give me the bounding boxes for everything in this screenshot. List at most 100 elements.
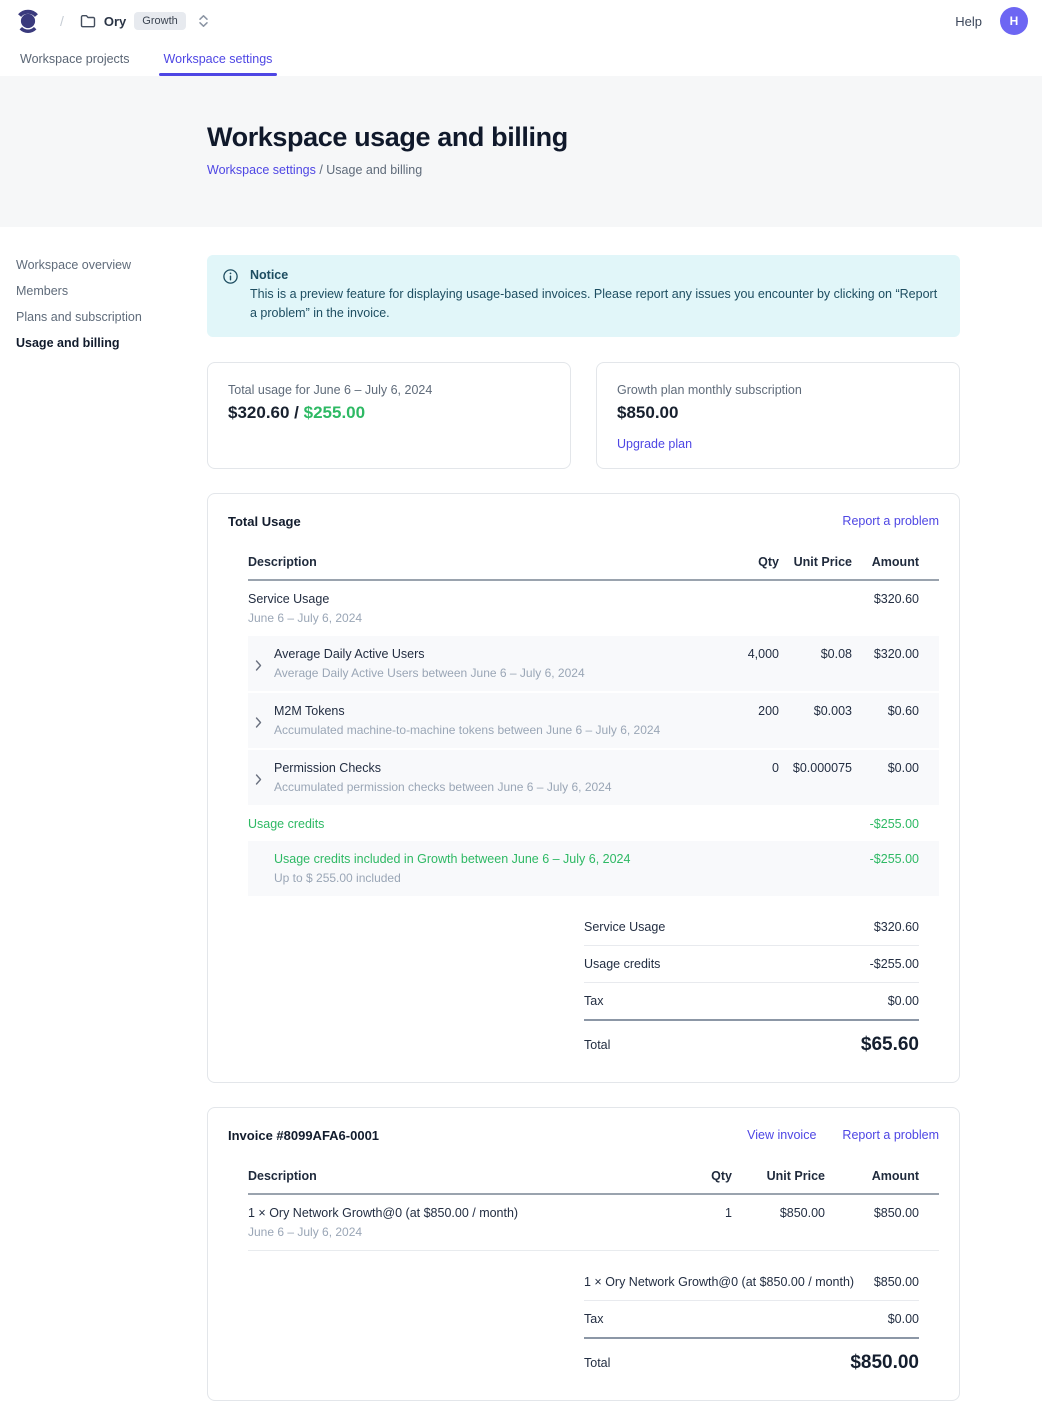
row-unit-price: $0.003 <box>779 704 852 718</box>
row-description: Average Daily Active Users <box>274 647 719 661</box>
row-description: Usage credits included in Growth between… <box>274 852 719 866</box>
sidebar-item-usage-and-billing[interactable]: Usage and billing <box>16 335 207 352</box>
summary-value: $0.00 <box>888 1312 919 1326</box>
row-qty: 1 <box>672 1206 732 1220</box>
page-header: Workspace usage and billing Workspace se… <box>0 76 1042 227</box>
summary-label: Service Usage <box>584 920 665 934</box>
usage-summary: Service Usage $320.60 Usage credits -$25… <box>584 909 919 1062</box>
row-qty: 4,000 <box>719 647 779 661</box>
row-amount: $320.00 <box>852 647 919 661</box>
total-usage-card: Total usage for June 6 – July 6, 2024 $3… <box>207 362 571 469</box>
notice-banner: Notice This is a preview feature for dis… <box>207 255 960 337</box>
ory-logo[interactable] <box>14 7 42 35</box>
summary-row: Service Usage $320.60 <box>584 909 919 946</box>
table-row: Usage credits included in Growth between… <box>248 841 939 896</box>
row-unit-price: $850.00 <box>732 1206 825 1220</box>
table-row: M2M Tokens Accumulated machine-to-machin… <box>248 693 939 748</box>
chevron-right-icon[interactable] <box>255 660 262 671</box>
table-row: Permission Checks Accumulated permission… <box>248 750 939 805</box>
invoice-table-header: Description Qty Unit Price Amount <box>248 1163 939 1195</box>
plan-badge: Growth <box>134 12 185 30</box>
breadcrumb-link[interactable]: Workspace settings <box>207 163 316 177</box>
subscription-card: Growth plan monthly subscription $850.00… <box>596 362 960 469</box>
col-description: Description <box>248 1169 672 1183</box>
tab-bar: Workspace projects Workspace settings <box>0 42 1042 76</box>
summary-value: -$255.00 <box>870 957 919 971</box>
row-subtext: June 6 – July 6, 2024 <box>248 611 719 625</box>
col-amount: Amount <box>825 1169 919 1183</box>
col-description: Description <box>248 555 719 569</box>
table-row: Average Daily Active Users Average Daily… <box>248 636 939 691</box>
table-row: Service Usage June 6 – July 6, 2024 $320… <box>248 581 939 636</box>
row-subtext: Up to $ 255.00 included <box>274 871 719 885</box>
row-description: 1 × Ory Network Growth@0 (at $850.00 / m… <box>248 1206 672 1220</box>
workspace-name: Ory <box>104 14 126 29</box>
tab-workspace-settings[interactable]: Workspace settings <box>162 42 275 76</box>
summary-value: $320.60 <box>874 920 919 934</box>
row-subtext: June 6 – July 6, 2024 <box>248 1225 672 1239</box>
info-icon <box>223 268 238 324</box>
row-subtext: Accumulated permission checks between Ju… <box>274 780 719 794</box>
chevron-right-icon[interactable] <box>255 774 262 785</box>
view-invoice-link[interactable]: View invoice <box>747 1128 816 1142</box>
usage-table-header: Description Qty Unit Price Amount <box>248 549 939 581</box>
invoice-card: Invoice #8099AFA6-0001 View invoice Repo… <box>207 1107 960 1401</box>
summary-value: $0.00 <box>888 994 919 1008</box>
col-qty: Qty <box>672 1169 732 1183</box>
breadcrumb-separator: / <box>60 13 64 29</box>
col-amount: Amount <box>852 555 919 569</box>
total-usage-amount: $320.60 / $255.00 <box>228 403 550 423</box>
sidebar-item-members[interactable]: Members <box>16 283 207 300</box>
invoice-title: Invoice #8099AFA6-0001 <box>228 1128 379 1143</box>
chevron-right-icon[interactable] <box>255 717 262 728</box>
row-description: Permission Checks <box>274 761 719 775</box>
summary-label: Tax <box>584 1312 603 1326</box>
page-title: Workspace usage and billing <box>207 122 1042 153</box>
summary-label: Tax <box>584 994 603 1008</box>
invoice-total-row: Total $850.00 <box>584 1339 919 1380</box>
row-subtext: Average Daily Active Users between June … <box>274 666 719 680</box>
col-unit-price: Unit Price <box>779 555 852 569</box>
breadcrumb-current: / Usage and billing <box>316 163 422 177</box>
subscription-amount: $850.00 <box>617 403 939 423</box>
usage-table-title: Total Usage <box>228 514 301 529</box>
row-subtext: Accumulated machine-to-machine tokens be… <box>274 723 719 737</box>
summary-cards: Total usage for June 6 – July 6, 2024 $3… <box>207 362 960 469</box>
summary-row: Usage credits -$255.00 <box>584 946 919 983</box>
settings-sidebar: Workspace overview Members Plans and sub… <box>0 227 207 1417</box>
row-amount: -$255.00 <box>852 817 919 831</box>
workspace-switcher[interactable]: Ory Growth <box>80 12 209 30</box>
notice-title: Notice <box>250 268 944 282</box>
tab-workspace-projects[interactable]: Workspace projects <box>18 42 132 76</box>
chevron-updown-icon <box>198 14 209 28</box>
total-usage-label: Total usage for June 6 – July 6, 2024 <box>228 383 550 397</box>
invoice-total-label: Total <box>584 1356 610 1370</box>
row-amount: $0.00 <box>852 761 919 775</box>
sidebar-item-workspace-overview[interactable]: Workspace overview <box>16 257 207 274</box>
report-problem-link[interactable]: Report a problem <box>842 514 939 528</box>
breadcrumb: Workspace settings / Usage and billing <box>207 163 1042 177</box>
notice-body: This is a preview feature for displaying… <box>250 285 944 324</box>
help-link[interactable]: Help <box>955 14 982 29</box>
summary-label: Usage credits <box>584 957 660 971</box>
row-description: Usage credits <box>248 817 719 831</box>
user-avatar[interactable]: H <box>1000 7 1028 35</box>
summary-row: Tax $0.00 <box>584 983 919 1021</box>
sidebar-item-plans-and-subscription[interactable]: Plans and subscription <box>16 309 207 326</box>
row-qty: 0 <box>719 761 779 775</box>
ory-logo-icon <box>14 7 42 35</box>
top-bar: / Ory Growth Help H <box>0 0 1042 42</box>
total-usage-table-card: Total Usage Report a problem Description… <box>207 493 960 1083</box>
col-unit-price: Unit Price <box>732 1169 825 1183</box>
row-amount: $0.60 <box>852 704 919 718</box>
subscription-label: Growth plan monthly subscription <box>617 383 939 397</box>
usage-total-row: Total $65.60 <box>584 1021 919 1062</box>
table-row: 1 × Ory Network Growth@0 (at $850.00 / m… <box>248 1195 939 1251</box>
summary-value: $850.00 <box>874 1275 919 1289</box>
upgrade-plan-link[interactable]: Upgrade plan <box>617 437 692 451</box>
summary-label: 1 × Ory Network Growth@0 (at $850.00 / m… <box>584 1275 854 1289</box>
table-row: Usage credits -$255.00 <box>248 807 939 841</box>
usage-total-label: Total <box>584 1038 610 1052</box>
row-qty: 200 <box>719 704 779 718</box>
invoice-report-problem-link[interactable]: Report a problem <box>842 1128 939 1142</box>
